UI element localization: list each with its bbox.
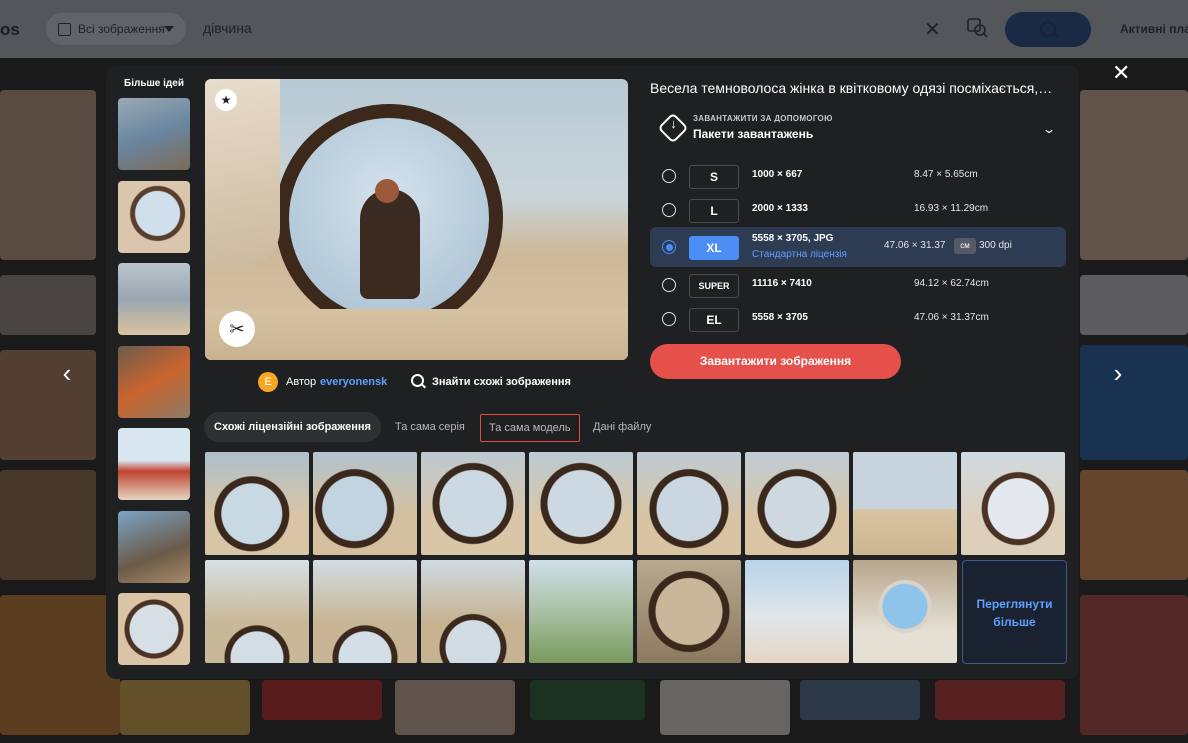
search-icon	[1040, 21, 1056, 37]
size-cm: 94.12 × 62.74cm	[914, 278, 989, 289]
more-ideas-title: Більше ідей	[124, 78, 184, 89]
find-similar-label: Знайти схожі зображення	[432, 376, 571, 388]
tab-similar-licensed[interactable]: Схожі ліцензійні зображення	[204, 412, 381, 442]
chevron-down-icon	[164, 26, 174, 32]
similar-image-tile[interactable]	[745, 560, 849, 663]
similar-image-tile[interactable]	[421, 452, 525, 555]
license-link[interactable]: Стандартна ліцензія	[752, 249, 847, 260]
tab-same-series[interactable]: Та сама серія	[395, 412, 465, 442]
idea-thumbnail[interactable]	[118, 428, 190, 500]
idea-thumbnail[interactable]	[118, 181, 190, 253]
download-method-kicker: ЗАВАНТАЖИТИ ЗА ДОПОМОГОЮ	[693, 114, 833, 123]
download-image-button[interactable]: Завантажити зображення	[650, 344, 901, 379]
chevron-down-icon: ⌄	[1041, 122, 1057, 136]
size-cm: 8.47 × 5.65cm	[914, 169, 978, 180]
download-method-label: Пакети завантажень	[693, 127, 814, 141]
close-modal-icon[interactable]: ✕	[1112, 60, 1130, 86]
author-prefix: Автор	[286, 376, 317, 388]
search-scope-dropdown[interactable]: Всі зображення	[46, 13, 186, 45]
similar-image-tile[interactable]	[961, 452, 1065, 555]
brand-logo[interactable]: os	[0, 20, 20, 40]
similar-image-tile[interactable]	[745, 452, 849, 555]
visual-search-icon[interactable]	[967, 18, 989, 38]
image-detail-modal: Більше ідей ★ ✂ E Автор everyonensk Знай…	[106, 66, 1079, 679]
size-pixels: 2000 × 1333	[752, 203, 808, 214]
view-more-label: Переглянути більше	[976, 597, 1053, 629]
similar-image-tile[interactable]	[313, 560, 417, 663]
size-radio[interactable]	[662, 203, 676, 217]
similar-image-tile[interactable]	[205, 452, 309, 555]
search-icon	[411, 374, 424, 387]
search-input[interactable]: дівчина	[203, 20, 252, 36]
view-more-button[interactable]: Переглянути більше	[962, 560, 1067, 664]
size-code: S	[689, 165, 739, 189]
tab-file-data[interactable]: Дані файлу	[593, 412, 651, 442]
main-image[interactable]: ★ ✂	[205, 79, 628, 360]
size-radio[interactable]	[662, 312, 676, 326]
image-icon	[58, 23, 71, 36]
size-pixels: 11116 × 7410	[752, 278, 812, 289]
similar-image-tile[interactable]	[529, 560, 633, 663]
size-pixels: 5558 × 3705, JPG	[752, 233, 834, 244]
active-plans-link[interactable]: Активні пла	[1120, 22, 1188, 36]
similar-image-tile[interactable]	[205, 560, 309, 663]
search-button[interactable]	[1005, 12, 1091, 47]
size-cm: 47.06 × 31.37cm	[914, 312, 989, 323]
download-diamond-icon	[657, 112, 689, 144]
size-cm: 16.93 × 11.29cm	[914, 203, 989, 214]
size-option-el[interactable]: EL 5558 × 3705 47.06 × 31.37cm	[650, 299, 1066, 339]
size-code: EL	[689, 308, 739, 332]
similar-image-tile[interactable]	[853, 452, 957, 555]
scissors-icon[interactable]: ✂	[219, 311, 255, 347]
similar-image-tile[interactable]	[637, 452, 741, 555]
clear-search-icon[interactable]: ✕	[924, 17, 941, 42]
similar-image-tile[interactable]	[853, 560, 957, 663]
similar-image-tile[interactable]	[529, 452, 633, 555]
tab-same-model[interactable]: Та сама модель	[480, 414, 580, 442]
size-pixels: 5558 × 3705	[752, 312, 808, 323]
unit-toggle[interactable]: см	[954, 238, 976, 254]
idea-thumbnail[interactable]	[118, 593, 190, 665]
search-scope-label: Всі зображення	[78, 22, 165, 36]
download-method-dropdown[interactable]: ЗАВАНТАЖИТИ ЗА ДОПОМОГОЮ Пакети завантаж…	[650, 110, 1066, 148]
idea-thumbnail[interactable]	[118, 346, 190, 418]
size-dpi: 300 dpi	[979, 240, 1012, 251]
idea-thumbnail[interactable]	[118, 98, 190, 170]
size-pixels: 1000 × 667	[752, 169, 803, 180]
similar-image-tile[interactable]	[421, 560, 525, 663]
size-radio-selected[interactable]	[662, 240, 676, 254]
find-similar-link[interactable]: Знайти схожі зображення	[411, 374, 571, 388]
author-link[interactable]: everyonensk	[320, 376, 387, 388]
chevron-right-icon[interactable]: ›	[1103, 358, 1133, 388]
idea-thumbnail[interactable]	[118, 263, 190, 335]
avatar: E	[258, 372, 278, 392]
chevron-left-icon[interactable]: ‹	[52, 358, 82, 388]
size-option-xl[interactable]: XL 5558 × 3705, JPG Стандартна ліцензія …	[650, 227, 1066, 267]
star-icon[interactable]: ★	[215, 89, 237, 111]
size-radio[interactable]	[662, 278, 676, 292]
similar-image-tile[interactable]	[313, 452, 417, 555]
size-code: SUPER	[689, 274, 739, 298]
image-title: Весела темноволоса жінка в квітковому од…	[650, 80, 1053, 96]
similar-image-tile[interactable]	[637, 560, 741, 663]
size-code: XL	[689, 236, 739, 260]
idea-thumbnail[interactable]	[118, 511, 190, 583]
top-bar: os Всі зображення дівчина ✕ Активні пла	[0, 0, 1188, 58]
size-code: L	[689, 199, 739, 223]
size-radio[interactable]	[662, 169, 676, 183]
size-cm: 47.06 × 31.37	[884, 240, 946, 251]
size-option-l[interactable]: L 2000 × 1333 16.93 × 11.29cm	[650, 190, 1066, 230]
